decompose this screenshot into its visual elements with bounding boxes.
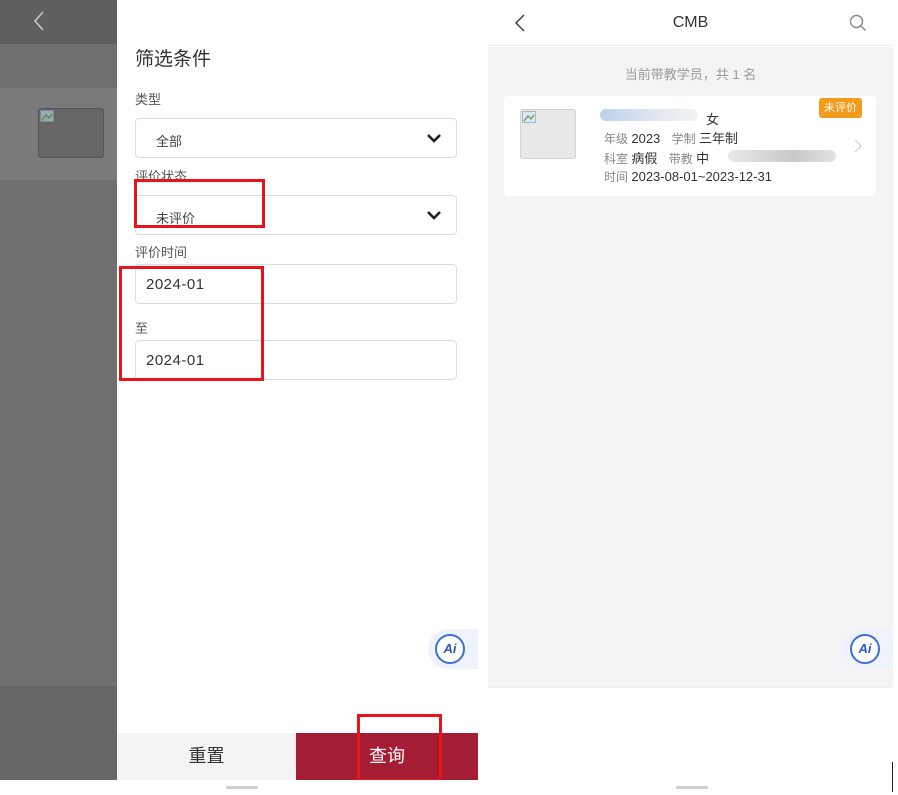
teacher-name-blurred (728, 150, 836, 162)
broken-image-icon (522, 111, 536, 123)
right-phone-screen: CMB 当前带教学员，共 1 名 女 未评价 年级 2023 学制 三年制 科室… (488, 0, 893, 780)
dept-value: 病假 (631, 151, 658, 166)
ai-icon: Ai (850, 634, 880, 664)
type-select[interactable]: 全部 (135, 118, 457, 158)
dimmed-footer (0, 686, 117, 780)
chevron-right-icon (854, 139, 862, 153)
type-select-value: 全部 (156, 134, 183, 149)
reset-button[interactable]: 重置 (117, 733, 296, 780)
left-phone-screen: 筛选条件 类型 全部 评价状态 未评价 评价时间 2024-01 至 2024-… (0, 0, 478, 780)
drawer-title: 筛选条件 (135, 49, 212, 70)
highlight-status-annotation (134, 179, 265, 228)
filter-drawer: 筛选条件 类型 全部 评价状态 未评价 评价时间 2024-01 至 2024-… (117, 0, 478, 780)
home-indicator (226, 786, 258, 789)
dept-label: 科室 (604, 152, 629, 166)
ai-icon: Ai (435, 634, 465, 664)
ai-assistant-button[interactable]: Ai (843, 629, 893, 669)
system-label: 学制 (671, 132, 696, 146)
home-indicator (676, 786, 708, 789)
time-label: 时间 (604, 170, 629, 184)
app-header: CMB (488, 0, 893, 46)
grade-label: 年级 (604, 132, 629, 146)
ai-assistant-button[interactable]: Ai (428, 629, 478, 669)
chevron-left-icon[interactable] (32, 10, 46, 32)
teacher-label: 带教 (668, 152, 693, 166)
dimmed-header (0, 0, 117, 44)
chevron-down-icon (427, 211, 441, 220)
time-value: 2023-08-01~2023-12-31 (631, 169, 772, 184)
text-cursor (892, 762, 893, 792)
system-value: 三年制 (698, 131, 738, 146)
time-row: 时间 2023-08-01~2023-12-31 (604, 168, 780, 185)
grade-value: 2023 (631, 131, 661, 146)
type-label: 类型 (135, 92, 162, 107)
trainee-gender: 女 (706, 112, 720, 127)
page-title: CMB (672, 14, 709, 31)
broken-image-icon (40, 110, 54, 122)
time-label: 评价时间 (135, 245, 188, 260)
trainee-list-area: 当前带教学员，共 1 名 女 未评价 年级 2023 学制 三年制 科室 病假 … (488, 47, 893, 687)
grade-row: 年级 2023 学制 三年制 (604, 128, 746, 147)
search-icon[interactable] (849, 14, 867, 32)
chevron-down-icon (427, 134, 441, 143)
trainee-card[interactable]: 女 未评价 年级 2023 学制 三年制 科室 病假 带教 中 时间 2023-… (504, 96, 876, 196)
teacher-value: 中 (696, 151, 710, 166)
screen-divider (478, 0, 488, 795)
bottom-area (488, 687, 893, 780)
highlight-query-annotation (357, 714, 442, 780)
dept-row: 科室 病假 带教 中 (604, 148, 717, 167)
trainee-count: 当前带教学员，共 1 名 (624, 67, 757, 82)
trainee-name-blurred (600, 109, 698, 121)
status-badge: 未评价 (819, 98, 862, 118)
highlight-time-annotation (119, 266, 264, 381)
